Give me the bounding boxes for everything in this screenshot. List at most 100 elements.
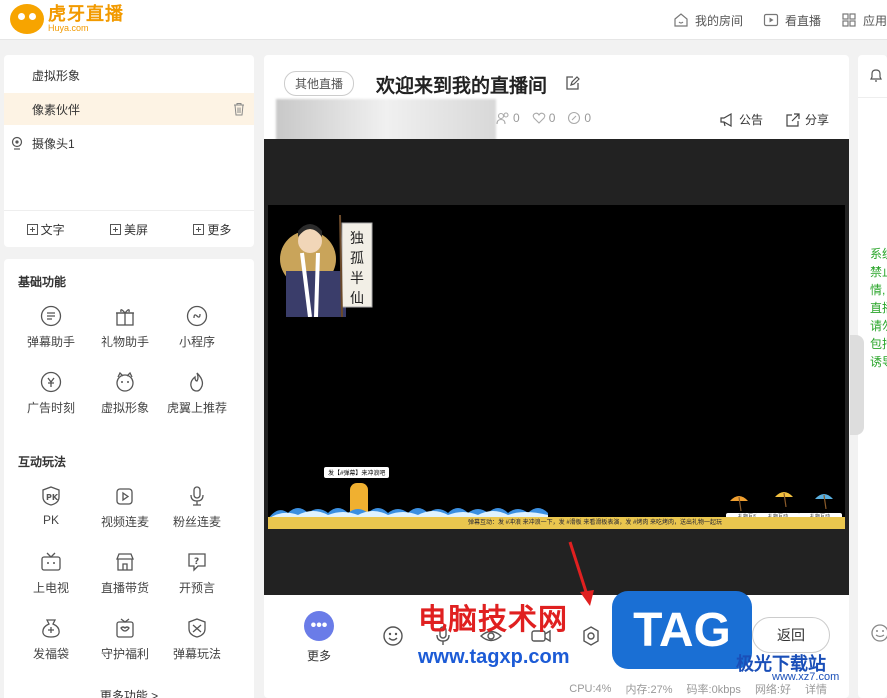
return-button[interactable]: 返回 xyxy=(752,617,830,653)
notice-line: 包括 xyxy=(870,337,887,351)
tool-gift-assistant[interactable]: 礼物助手 xyxy=(88,305,162,350)
notice-line: 情, xyxy=(870,283,886,297)
tool-label: 发福袋 xyxy=(32,647,69,661)
pencil-circle-icon xyxy=(568,111,581,125)
more-functions-link[interactable]: 更多功能 > xyxy=(4,687,254,698)
add-text-button[interactable]: 文字 xyxy=(26,221,65,238)
tool-virtual-avatar[interactable]: 虚拟形象 xyxy=(88,371,162,416)
scene-label: 摄像头1 xyxy=(32,136,75,151)
plus-icon xyxy=(26,223,38,235)
danmaku-banner: 弹幕互动：发 #冲浪 来冲浪一下，发 #滑板 来看滑板表演，发 #烤肉 来吃烤肉… xyxy=(268,517,845,529)
memory-usage: 内存:27% xyxy=(625,683,673,696)
speech-bubble: 发【#弹幕】来冲浪吧 xyxy=(324,467,390,478)
status-line: CPU:4% 内存:27% 码率:0kbps 网络:好 详情 xyxy=(264,679,849,698)
scene-item-pixel-partner[interactable]: 像素伙伴 xyxy=(4,93,254,125)
notice-line: 直播 xyxy=(870,301,887,315)
tool-label: 开预言 xyxy=(178,581,215,595)
tool-mini-program[interactable]: 小程序 xyxy=(160,305,234,350)
avatar-icon xyxy=(116,371,134,392)
play-icon xyxy=(763,13,779,27)
video-link-icon xyxy=(116,488,133,505)
predict-icon: ? xyxy=(188,553,206,572)
add-source-bar: 文字 美屏 更多 xyxy=(4,210,254,247)
collapse-panel-handle[interactable] xyxy=(850,335,864,435)
edits-stat: 0 xyxy=(567,111,591,125)
scene-item-camera[interactable]: 摄像头1 xyxy=(4,127,254,159)
blurred-streamer-info xyxy=(276,99,496,141)
nav-apps[interactable]: 应用 xyxy=(841,12,887,29)
logo-name: 虎牙直播 xyxy=(48,4,124,24)
tool-label: 虚拟形象 xyxy=(100,401,149,415)
tiger-logo-icon xyxy=(10,4,44,34)
people-icon xyxy=(496,112,509,125)
plus-icon xyxy=(193,223,205,235)
scene-panel: 虚拟形象 像素伙伴 摄像头1 文字 美屏 更多 xyxy=(4,55,254,247)
home-icon xyxy=(674,13,688,27)
nav-watch-live[interactable]: 看直播 xyxy=(763,12,821,29)
emoji-icon[interactable] xyxy=(870,623,887,643)
mic-icon xyxy=(190,486,204,506)
miniapp-icon xyxy=(186,305,208,327)
banner-text: 弹幕互动：发 #冲浪 来冲浪一下，发 #滑板 来看滑板表演，发 #烤肉 来吃烤肉… xyxy=(468,520,723,526)
announcement-button[interactable]: 公告 xyxy=(719,111,763,128)
more-controls-button[interactable]: ••• 更多 xyxy=(304,611,334,664)
svg-text:?: ? xyxy=(194,557,199,567)
ad-icon xyxy=(40,371,62,393)
scroll-char: 仙 xyxy=(350,291,364,307)
tool-danmaku-assistant[interactable]: 弹幕助手 xyxy=(14,305,88,350)
tool-fan-link[interactable]: 粉丝连麦 xyxy=(160,485,234,530)
add-screen-label: 美屏 xyxy=(123,222,148,237)
umbrella-icon xyxy=(730,496,748,511)
tv-icon xyxy=(41,552,61,571)
watermark-tag-logo: TAG xyxy=(612,591,752,669)
cpu-usage: CPU:4% xyxy=(569,682,612,695)
likes-stat: 0 xyxy=(532,111,556,125)
tool-ad-moment[interactable]: 广告时刻 xyxy=(14,371,88,416)
tool-prediction[interactable]: ? 开预言 xyxy=(160,551,234,596)
scroll-char: 独 xyxy=(350,231,364,247)
camera-icon xyxy=(11,136,23,150)
tool-label: 守护福利 xyxy=(100,647,149,661)
tool-label: 广告时刻 xyxy=(26,401,75,415)
tool-live-commerce[interactable]: 直播带货 xyxy=(88,551,162,596)
notice-line: 诱导 xyxy=(870,355,887,369)
megaphone-icon xyxy=(720,112,732,127)
scroll-char: 半 xyxy=(350,271,364,287)
scene-item-virtual-avatar[interactable]: 虚拟形象 xyxy=(4,59,254,91)
likes-count: 0 xyxy=(548,111,556,125)
video-preview[interactable]: 独 孤 半 仙 发【#弹幕】来冲浪吧 礼物互动 礼物互动 礼物互动 弹幕互动：发… xyxy=(264,139,849,595)
chat-panel: 系统 禁止 情, 直播 请勿 包括 诱导 xyxy=(850,55,887,698)
tool-pk[interactable]: PK PK xyxy=(14,485,88,527)
system-notice: 系统 禁止 情, 直播 请勿 包括 诱导 xyxy=(870,245,887,371)
stream-canvas[interactable]: 独 孤 半 仙 发【#弹幕】来冲浪吧 礼物互动 礼物互动 礼物互动 弹幕互动：发… xyxy=(268,205,845,529)
virtual-avatar-image: 独 孤 半 仙 xyxy=(280,214,373,317)
share-label: 分享 xyxy=(804,113,829,127)
trash-icon[interactable] xyxy=(232,102,246,116)
settings-icon[interactable] xyxy=(580,625,602,647)
room-category-tag[interactable]: 其他直播 xyxy=(284,71,355,96)
tool-guard-benefit[interactable]: 守护福利 xyxy=(88,617,162,662)
room-stats: 0 0 0 xyxy=(496,111,603,125)
tool-video-link[interactable]: 视频连麦 xyxy=(88,485,162,530)
pk-icon: PK xyxy=(42,486,60,506)
add-screen-button[interactable]: 美屏 xyxy=(109,221,148,238)
tool-lucky-bag[interactable]: 发福袋 xyxy=(14,617,88,662)
heart-icon xyxy=(532,112,546,124)
add-more-button[interactable]: 更多 xyxy=(193,221,231,238)
umbrella-icon xyxy=(815,494,833,509)
edit-icon[interactable] xyxy=(564,75,580,91)
emoji-icon[interactable] xyxy=(382,625,404,647)
share-button[interactable]: 分享 xyxy=(785,111,829,128)
tool-on-tv[interactable]: 上电视 xyxy=(14,551,88,596)
tool-recommend[interactable]: 虎翼上推荐 xyxy=(160,371,234,416)
tool-label: 虎翼上推荐 xyxy=(166,401,227,415)
tool-danmaku-game[interactable]: 弹幕玩法 xyxy=(160,617,234,662)
huya-logo[interactable]: 虎牙直播 Huya.com xyxy=(10,4,124,34)
danmaku-icon xyxy=(40,305,62,327)
nav-my-room[interactable]: 我的房间 xyxy=(673,12,743,29)
bell-icon[interactable] xyxy=(868,67,884,83)
share-icon xyxy=(786,112,800,127)
basic-section-title: 基础功能 xyxy=(18,275,67,289)
viewers-stat: 0 xyxy=(496,111,520,125)
notice-line: 系统 xyxy=(870,247,887,261)
